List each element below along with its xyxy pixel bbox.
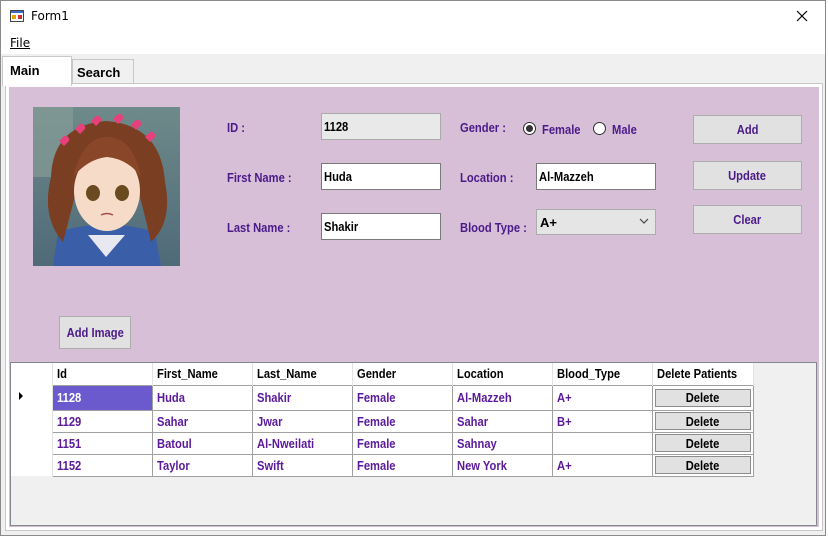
female-radio[interactable] <box>523 122 536 135</box>
location-label: Location : <box>460 170 514 185</box>
delete-button[interactable]: Delete <box>655 434 751 452</box>
row-header-corner <box>11 363 53 385</box>
cell-location[interactable]: New York <box>452 453 553 477</box>
table-row[interactable]: 1151 Batoul Al-Nweilati Female Sahnay De… <box>11 431 754 455</box>
window-title: Form1 <box>31 9 69 23</box>
table-row[interactable]: 1152 Taylor Swift Female New York A+ Del… <box>11 453 754 477</box>
col-header-id[interactable]: Id <box>52 363 153 385</box>
cell-delete: Delete <box>652 409 754 433</box>
col-header-gender[interactable]: Gender <box>352 363 453 385</box>
patients-table: Id First_Name Last_Name Gender Location … <box>11 363 754 477</box>
cell-blood-type[interactable]: B+ <box>552 409 653 433</box>
last-name-field[interactable]: Shakir <box>321 213 441 240</box>
cell-first-name[interactable]: Batoul <box>152 431 253 455</box>
table-row[interactable]: 1129 Sahar Jwar Female Sahar B+ Delete <box>11 409 754 433</box>
chevron-down-icon <box>639 218 649 224</box>
cell-blood-type[interactable] <box>552 431 653 455</box>
row-header[interactable] <box>11 432 53 454</box>
update-button[interactable]: Update <box>693 161 802 190</box>
blood-type-select[interactable]: A+ <box>536 209 656 235</box>
cell-last-name[interactable]: Shakir <box>252 384 353 411</box>
tab-search[interactable]: Search <box>72 59 134 84</box>
cell-last-name[interactable]: Swift <box>252 453 353 477</box>
tab-main[interactable]: Main <box>2 56 72 86</box>
id-field[interactable]: 1128 <box>321 113 441 140</box>
cell-gender[interactable]: Female <box>352 453 453 477</box>
cell-blood-type[interactable]: A+ <box>552 453 653 477</box>
cell-gender[interactable]: Female <box>352 409 453 433</box>
table-row[interactable]: 1128 Huda Shakir Female Al-Mazzeh A+ Del… <box>11 384 754 411</box>
delete-button[interactable]: Delete <box>655 412 751 430</box>
cell-delete: Delete <box>652 453 754 477</box>
header-row: Id First_Name Last_Name Gender Location … <box>11 363 754 385</box>
close-button[interactable] <box>779 1 825 31</box>
menu-file[interactable]: File <box>10 36 30 50</box>
clear-button[interactable]: Clear <box>693 205 802 234</box>
row-header[interactable] <box>11 385 53 410</box>
row-header[interactable] <box>11 454 53 476</box>
cell-first-name[interactable]: Taylor <box>152 453 253 477</box>
first-name-label: First Name : <box>227 170 292 185</box>
cell-id[interactable]: 1152 <box>52 453 153 477</box>
patients-grid: Id First_Name Last_Name Gender Location … <box>10 362 817 526</box>
cell-delete: Delete <box>652 431 754 455</box>
cell-first-name[interactable]: Sahar <box>152 409 253 433</box>
title-bar: Form1 <box>1 1 825 32</box>
cell-id[interactable]: 1151 <box>52 431 153 455</box>
patient-photo <box>33 107 180 266</box>
last-name-label: Last Name : <box>227 220 291 235</box>
cell-first-name[interactable]: Huda <box>152 384 253 411</box>
cell-location[interactable]: Sahnay <box>452 431 553 455</box>
app-icon <box>10 10 24 22</box>
col-header-blood-type[interactable]: Blood_Type <box>552 363 653 385</box>
male-radio[interactable] <box>593 122 606 135</box>
blood-type-label: Blood Type : <box>460 220 527 235</box>
cell-location[interactable]: Sahar <box>452 409 553 433</box>
col-header-location[interactable]: Location <box>452 363 553 385</box>
location-field[interactable]: Al-Mazzeh <box>536 163 656 190</box>
tab-strip: Main Search <box>1 54 825 86</box>
row-header[interactable] <box>11 410 53 432</box>
cell-id[interactable]: 1128 <box>52 384 153 411</box>
add-button[interactable]: Add <box>693 115 802 144</box>
gender-label: Gender : <box>460 120 506 135</box>
male-radio-label: Male <box>612 122 637 137</box>
col-header-first-name[interactable]: First_Name <box>152 363 253 385</box>
female-radio-label: Female <box>542 122 581 137</box>
delete-button[interactable]: Delete <box>655 388 751 407</box>
delete-button[interactable]: Delete <box>655 456 751 474</box>
cell-last-name[interactable]: Al-Nweilati <box>252 431 353 455</box>
id-label: ID : <box>227 120 246 135</box>
cell-id[interactable]: 1129 <box>52 409 153 433</box>
col-header-last-name[interactable]: Last_Name <box>252 363 353 385</box>
cell-last-name[interactable]: Jwar <box>252 409 353 433</box>
add-image-button[interactable]: Add Image <box>59 316 131 349</box>
cell-location[interactable]: Al-Mazzeh <box>452 384 553 411</box>
close-icon <box>796 10 808 22</box>
cell-blood-type[interactable]: A+ <box>552 384 653 411</box>
menu-bar: File <box>1 32 825 54</box>
cell-gender[interactable]: Female <box>352 431 453 455</box>
col-header-delete-patients[interactable]: Delete Patients <box>652 363 754 385</box>
current-row-arrow-icon <box>19 392 23 400</box>
app-window: Form1 File Main Search ID: 1128 First N… <box>0 0 826 536</box>
cell-gender[interactable]: Female <box>352 384 453 411</box>
cell-delete: Delete <box>652 384 754 411</box>
first-name-field[interactable]: Huda <box>321 163 441 190</box>
